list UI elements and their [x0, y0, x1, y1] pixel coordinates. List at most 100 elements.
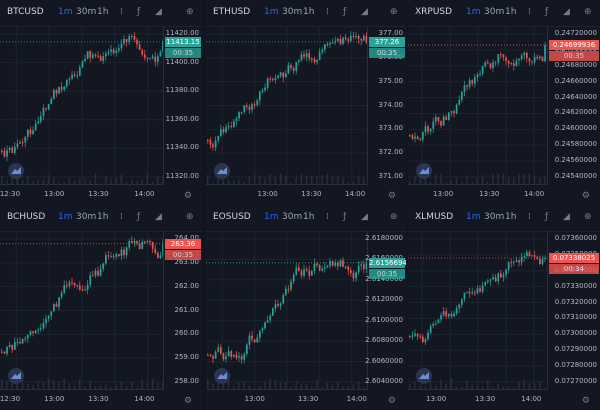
price-tick-label: 0.24600000 [554, 124, 597, 133]
candle-body [112, 256, 115, 258]
time-tick-label: 13:30 [88, 395, 109, 403]
symbol-label[interactable]: BTCUSD [7, 7, 44, 17]
timeframe-1m-button[interactable]: 1m [58, 7, 73, 17]
candle-body [131, 241, 133, 243]
symbol-label[interactable]: EOSUSD [213, 212, 251, 222]
candle-body [277, 75, 279, 79]
candlestick-plot[interactable] [0, 26, 164, 185]
candle-body [544, 45, 546, 62]
price-tick-label: 373.00 [378, 124, 404, 133]
timeframe-1h-button[interactable]: 1h [97, 212, 108, 222]
tradingview-logo-icon[interactable] [8, 163, 24, 179]
indicators-icon[interactable]: ƒ [545, 7, 548, 17]
candle-body [308, 270, 311, 276]
symbol-label[interactable]: ETHUSD [213, 7, 250, 17]
add-indicator-icon[interactable]: ⊕ [186, 7, 194, 17]
indicators-icon[interactable]: ƒ [137, 212, 140, 222]
time-axis[interactable]: 13:00 13:30 14:00 [408, 389, 548, 410]
indicators-icon[interactable]: ƒ [343, 7, 346, 17]
candle-style-icon[interactable]: ⁞ [528, 7, 531, 17]
price-axis[interactable]: 2.61800002.61600002.61400002.61200002.61… [365, 231, 406, 390]
candlestick-plot[interactable] [0, 231, 164, 390]
time-axis[interactable]: 12:30 13:00 13:30 14:00 [0, 184, 164, 205]
candle-body [94, 270, 97, 276]
timeframe-30m-button[interactable]: 30m [76, 212, 96, 222]
area-chart-icon[interactable]: ◢ [563, 7, 570, 17]
add-indicator-icon[interactable]: ⊕ [186, 212, 194, 222]
chart-panel-bchusd[interactable]: BCHUSD1m30m1h⁞ƒ◢⊕264.00263.00262.00261.0… [0, 205, 202, 410]
candle-body [102, 263, 105, 269]
candle-body [230, 351, 233, 357]
tradingview-logo-icon[interactable] [8, 368, 24, 384]
candle-style-icon[interactable]: ⁞ [326, 212, 329, 222]
candle-body [357, 265, 360, 273]
area-chart-icon[interactable]: ◢ [361, 7, 368, 17]
chart-panel-xlmusd[interactable]: XLMUSD1m30m1h⁞ƒ◢⊕0.073600000.073500000.0… [408, 205, 600, 410]
timeframe-30m-button[interactable]: 30m [282, 212, 302, 222]
timeframe-1m-button[interactable]: 1m [466, 7, 481, 17]
time-axis[interactable]: 13:00 13:30 14:00 [206, 184, 368, 205]
timeframe-1m-button[interactable]: 1m [58, 212, 73, 222]
tradingview-logo-icon[interactable] [214, 368, 230, 384]
chart-panel-eosusd[interactable]: EOSUSD 1m30m1h ⁞ ƒ ◢ ⊕ 2.61800002.61600002.614… [206, 205, 406, 410]
candlestick-plot[interactable] [206, 231, 368, 390]
timeframe-1m-button[interactable]: 1m [264, 212, 279, 222]
area-chart-icon[interactable]: ◢ [155, 7, 162, 17]
chart-panel-xrpusd[interactable]: XRPUSD1m30m1h⁞ƒ◢⊕0.247200000.247000000.2… [408, 0, 600, 205]
timeframe-30m-button[interactable]: 30m [484, 7, 504, 17]
symbol-label[interactable]: XLMUSD [415, 212, 453, 222]
candle-style-icon[interactable]: ⁞ [120, 212, 123, 222]
chart-settings-gear-icon[interactable]: ⚙ [388, 396, 396, 406]
candle-body [209, 139, 212, 145]
candle-body [138, 44, 141, 51]
area-chart-icon[interactable]: ◢ [361, 212, 368, 222]
chart-settings-gear-icon[interactable]: ⚙ [184, 396, 192, 406]
timeframe-1h-button[interactable]: 1h [505, 7, 516, 17]
time-axis[interactable]: 13:00 13:30 14:00 [206, 389, 368, 410]
time-axis[interactable]: 13:00 13:30 14:00 [408, 184, 548, 205]
candle-body [419, 139, 422, 141]
timeframe-1m-button[interactable]: 1m [466, 212, 481, 222]
timeframe-1h-button[interactable]: 1h [97, 7, 108, 17]
symbol-label[interactable]: XRPUSD [415, 7, 452, 17]
candlestick-plot[interactable] [408, 231, 548, 390]
chart-settings-gear-icon[interactable]: ⚙ [582, 396, 590, 406]
candle-style-icon[interactable]: ⁞ [120, 7, 123, 17]
timeframe-1m-button[interactable]: 1m [264, 7, 279, 17]
candlestick-plot[interactable] [408, 26, 548, 185]
candle-style-icon[interactable]: ⁞ [326, 7, 329, 17]
timeframe-1h-button[interactable]: 1h [303, 212, 314, 222]
add-indicator-icon[interactable]: ⊕ [390, 212, 398, 222]
indicators-icon[interactable]: ƒ [545, 212, 548, 222]
candle-style-icon[interactable]: ⁞ [528, 212, 531, 222]
symbol-label[interactable]: BCHUSD [7, 212, 45, 222]
indicators-icon[interactable]: ƒ [343, 212, 346, 222]
tradingview-logo-icon[interactable] [416, 368, 432, 384]
chart-toolbar: ETHUSD 1m 30m 1h ⁞ ƒ ◢ ⊕ [206, 0, 406, 27]
add-indicator-icon[interactable]: ⊕ [390, 7, 398, 17]
candle-body [321, 49, 324, 53]
chart-settings-gear-icon[interactable]: ⚙ [184, 191, 192, 201]
timeframe-1h-button[interactable]: 1h [505, 212, 516, 222]
add-indicator-icon[interactable]: ⊕ [584, 212, 592, 222]
add-indicator-icon[interactable]: ⊕ [584, 7, 592, 17]
candle-body [518, 58, 520, 61]
candle-body [133, 36, 136, 40]
tradingview-logo-icon[interactable] [416, 163, 432, 179]
tradingview-logo-icon[interactable] [214, 163, 230, 179]
timeframe-1h-button[interactable]: 1h [303, 7, 314, 17]
chart-settings-gear-icon[interactable]: ⚙ [582, 191, 590, 201]
time-axis[interactable]: 12:30 13:00 13:30 14:00 [0, 389, 164, 410]
chart-panel-btcusd[interactable]: BTCUSD 1m 30m 1h ⁞ ƒ ◢ ⊕ 11420.00 11400.00 11380.0… [0, 0, 202, 205]
candle-body [487, 280, 489, 283]
indicators-icon[interactable]: ƒ [137, 7, 140, 17]
chart-settings-gear-icon[interactable]: ⚙ [388, 191, 396, 201]
chart-panel-ethusd[interactable]: ETHUSD1m30m1h⁞ƒ◢⊕377.00376.00375.00374.0… [206, 0, 406, 205]
candlestick-plot[interactable] [206, 26, 368, 185]
timeframe-30m-button[interactable]: 30m [282, 7, 302, 17]
candle-body [66, 79, 68, 87]
timeframe-30m-button[interactable]: 30m [484, 212, 504, 222]
timeframe-30m-button[interactable]: 30m [76, 7, 96, 17]
area-chart-icon[interactable]: ◢ [563, 212, 570, 222]
area-chart-icon[interactable]: ◢ [155, 212, 162, 222]
